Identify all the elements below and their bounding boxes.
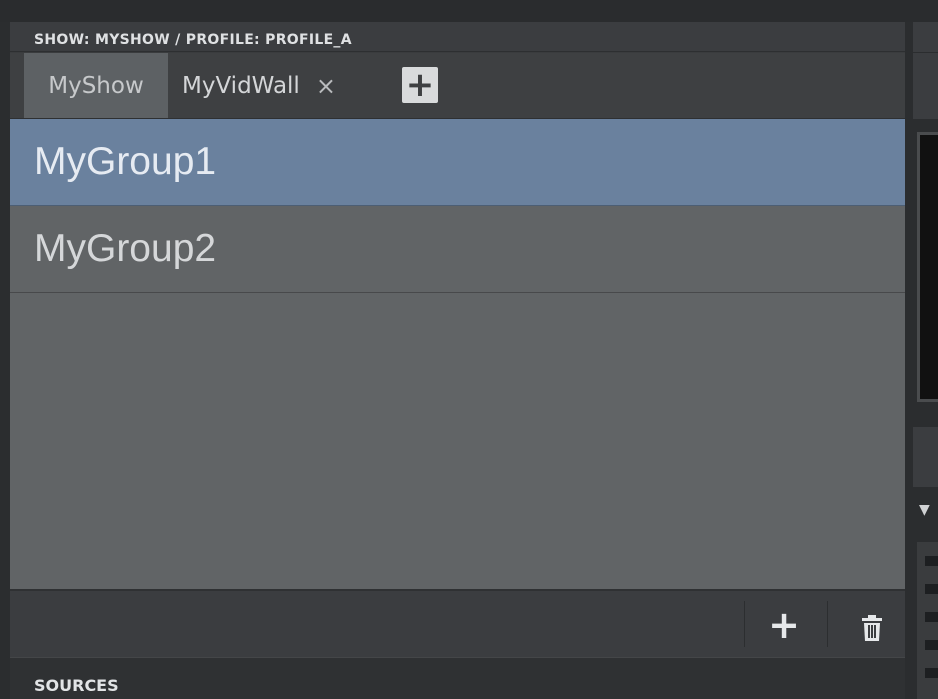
close-icon[interactable]: ×: [316, 72, 336, 100]
tab-myshow[interactable]: MyShow: [24, 53, 168, 118]
panel-header: SHOW: MYSHOW / PROFILE: PROFILE_A: [10, 22, 905, 52]
trash-icon: [862, 614, 882, 641]
list-footer-toolbar: +: [10, 589, 905, 657]
side-header: [913, 22, 938, 52]
show-panel: SHOW: MYSHOW / PROFILE: PROFILE_A MyShow…: [10, 22, 905, 699]
group-label: MyGroup1: [34, 140, 217, 183]
tab-label: MyShow: [48, 72, 144, 99]
side-list: [917, 542, 938, 699]
tab-bar: MyShow MyVidWall × +: [10, 53, 905, 119]
sources-title: SOURCES: [34, 676, 119, 695]
side-tabbar: [913, 53, 938, 119]
side-toolbar: [913, 427, 938, 487]
list-marker: [925, 612, 938, 622]
sources-section-header[interactable]: SOURCES: [10, 657, 905, 699]
list-marker: [925, 584, 938, 594]
toolbar-divider: [744, 601, 745, 647]
tab-label: MyVidWall: [182, 72, 300, 99]
right-panel-partial: ▼: [905, 22, 938, 699]
list-marker: [925, 640, 938, 650]
top-strip: [0, 0, 938, 22]
expand-arrow-icon[interactable]: ▼: [919, 502, 930, 518]
plus-icon: +: [768, 603, 800, 647]
delete-group-button[interactable]: [841, 601, 903, 649]
preview-area: [917, 132, 938, 402]
list-item-mygroup1[interactable]: MyGroup1: [10, 119, 905, 206]
list-marker: [925, 556, 938, 566]
toolbar-divider: [827, 601, 828, 647]
tab-myvidwall[interactable]: MyVidWall ×: [182, 53, 392, 118]
add-group-button[interactable]: +: [753, 601, 815, 649]
panel-title: SHOW: MYSHOW / PROFILE: PROFILE_A: [34, 32, 352, 48]
group-list: MyGroup1 MyGroup2: [10, 119, 905, 589]
list-marker: [925, 668, 938, 678]
list-item-mygroup2[interactable]: MyGroup2: [10, 206, 905, 293]
group-label: MyGroup2: [34, 227, 217, 270]
add-tab-button[interactable]: +: [402, 67, 438, 103]
